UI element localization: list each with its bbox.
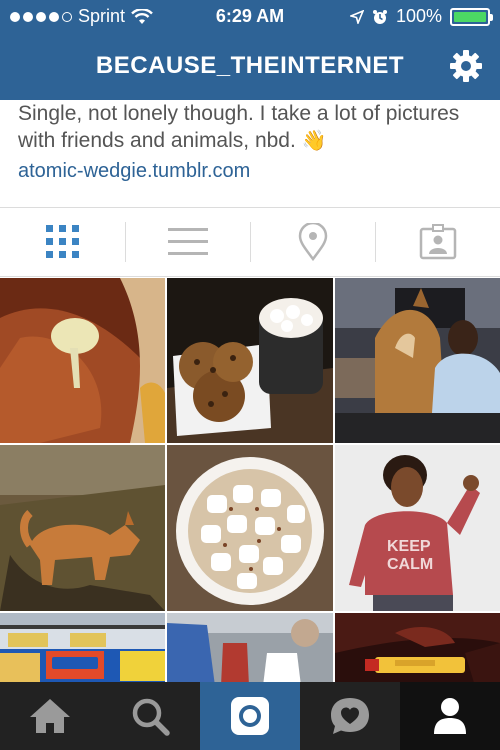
photo-thumbnail[interactable] — [0, 278, 165, 443]
waving-hand-emoji: 👋 — [301, 130, 327, 152]
gear-icon[interactable] — [448, 48, 484, 84]
status-right: 100% — [349, 6, 493, 27]
view-switcher — [0, 208, 500, 276]
person-icon — [434, 698, 466, 734]
bottom-tab-bar — [0, 682, 500, 750]
search-icon — [132, 698, 170, 736]
profile-bio: Single, not lonely though. I take a lot … — [18, 100, 488, 155]
photo-thumbnail[interactable] — [167, 278, 333, 443]
profile-username: BECAUSE_THEINTERNET — [95, 52, 405, 79]
camera-icon — [231, 697, 269, 735]
svg-text:KEEP: KEEP — [387, 538, 431, 555]
nav-home[interactable] — [0, 682, 100, 750]
nav-profile[interactable] — [400, 682, 500, 750]
heart-bubble-icon — [331, 698, 369, 734]
photo-thumbnail[interactable] — [335, 613, 500, 682]
tab-list-view[interactable] — [125, 208, 250, 276]
nav-activity[interactable] — [300, 682, 400, 750]
divider — [0, 276, 500, 277]
tab-tagged-view[interactable] — [375, 208, 500, 276]
photo-thumbnail[interactable] — [0, 613, 165, 682]
list-icon — [167, 228, 208, 255]
tab-map-view[interactable] — [250, 208, 375, 276]
nav-camera[interactable] — [200, 682, 300, 750]
location-pin-icon — [298, 223, 327, 261]
photo-thumbnail[interactable] — [0, 445, 165, 611]
tab-grid-view[interactable] — [0, 208, 125, 276]
photo-grid: KEEP CALM — [0, 278, 500, 682]
battery-percent: 100% — [395, 6, 442, 26]
location-arrow-icon — [349, 9, 364, 24]
photo-thumbnail[interactable] — [335, 278, 500, 443]
bio-text: Single, not lonely though. I take a lot … — [18, 102, 460, 152]
photo-thumbnail[interactable] — [167, 445, 333, 611]
grid-icon — [45, 225, 79, 258]
home-icon — [30, 699, 70, 733]
battery-icon — [450, 7, 493, 26]
photo-thumbnail[interactable] — [167, 613, 333, 682]
alarm-icon — [372, 9, 387, 24]
tagged-person-icon — [419, 224, 456, 260]
svg-text:CALM: CALM — [387, 556, 433, 573]
nav-explore[interactable] — [100, 682, 200, 750]
header-bar: Sprint 6:29 AM 100% BECAUSE_THEINTERNET — [0, 0, 500, 100]
photo-thumbnail[interactable]: KEEP CALM — [335, 445, 500, 611]
status-bar: Sprint 6:29 AM 100% — [0, 0, 500, 34]
website-link[interactable]: atomic-wedgie.tumblr.com — [18, 160, 250, 183]
